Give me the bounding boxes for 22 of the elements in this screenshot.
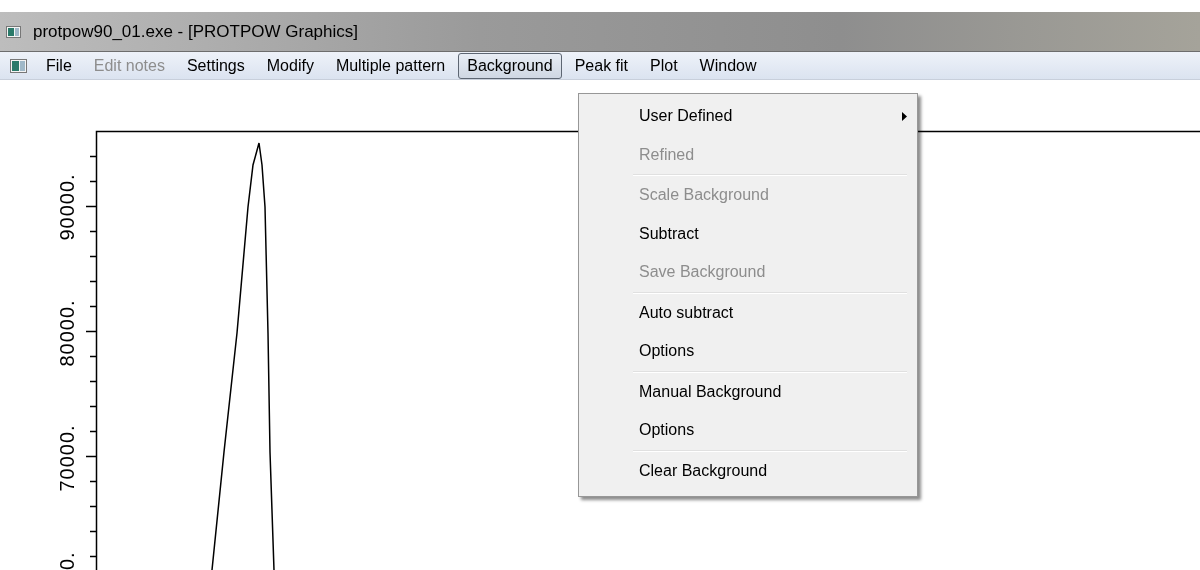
menu-item[interactable]: User Defined: [581, 97, 915, 136]
menu-item[interactable]: Clear Background: [581, 451, 915, 490]
window-title: protpow90_01.exe - [PROTPOW Graphics]: [33, 20, 359, 43]
menu-item[interactable]: Options: [581, 332, 915, 371]
menu-item[interactable]: Peak fit: [565, 52, 637, 79]
axis-tick-label: 70000.: [56, 424, 78, 492]
menu-item[interactable]: Options: [581, 411, 915, 450]
menu-item[interactable]: Manual Background: [581, 372, 915, 411]
menu-item[interactable]: Modify: [257, 52, 323, 79]
menu-item[interactable]: Window: [690, 52, 766, 79]
app-icon: [6, 25, 21, 38]
axis-tick-label: 90000.: [56, 173, 78, 241]
menu-item[interactable]: Multiple pattern: [326, 52, 455, 79]
app-icon[interactable]: [10, 58, 27, 73]
menu-item[interactable]: File: [37, 52, 81, 79]
menu-item[interactable]: Subtract: [581, 214, 915, 253]
menu-item[interactable]: Background: [458, 52, 562, 79]
menu-item[interactable]: Auto subtract: [581, 293, 915, 332]
menu-item[interactable]: Settings: [177, 52, 254, 79]
axis-tick-label: 0.: [56, 551, 78, 570]
menu-item[interactable]: Plot: [641, 52, 687, 79]
axis-tick-label: 80000.: [56, 299, 78, 367]
